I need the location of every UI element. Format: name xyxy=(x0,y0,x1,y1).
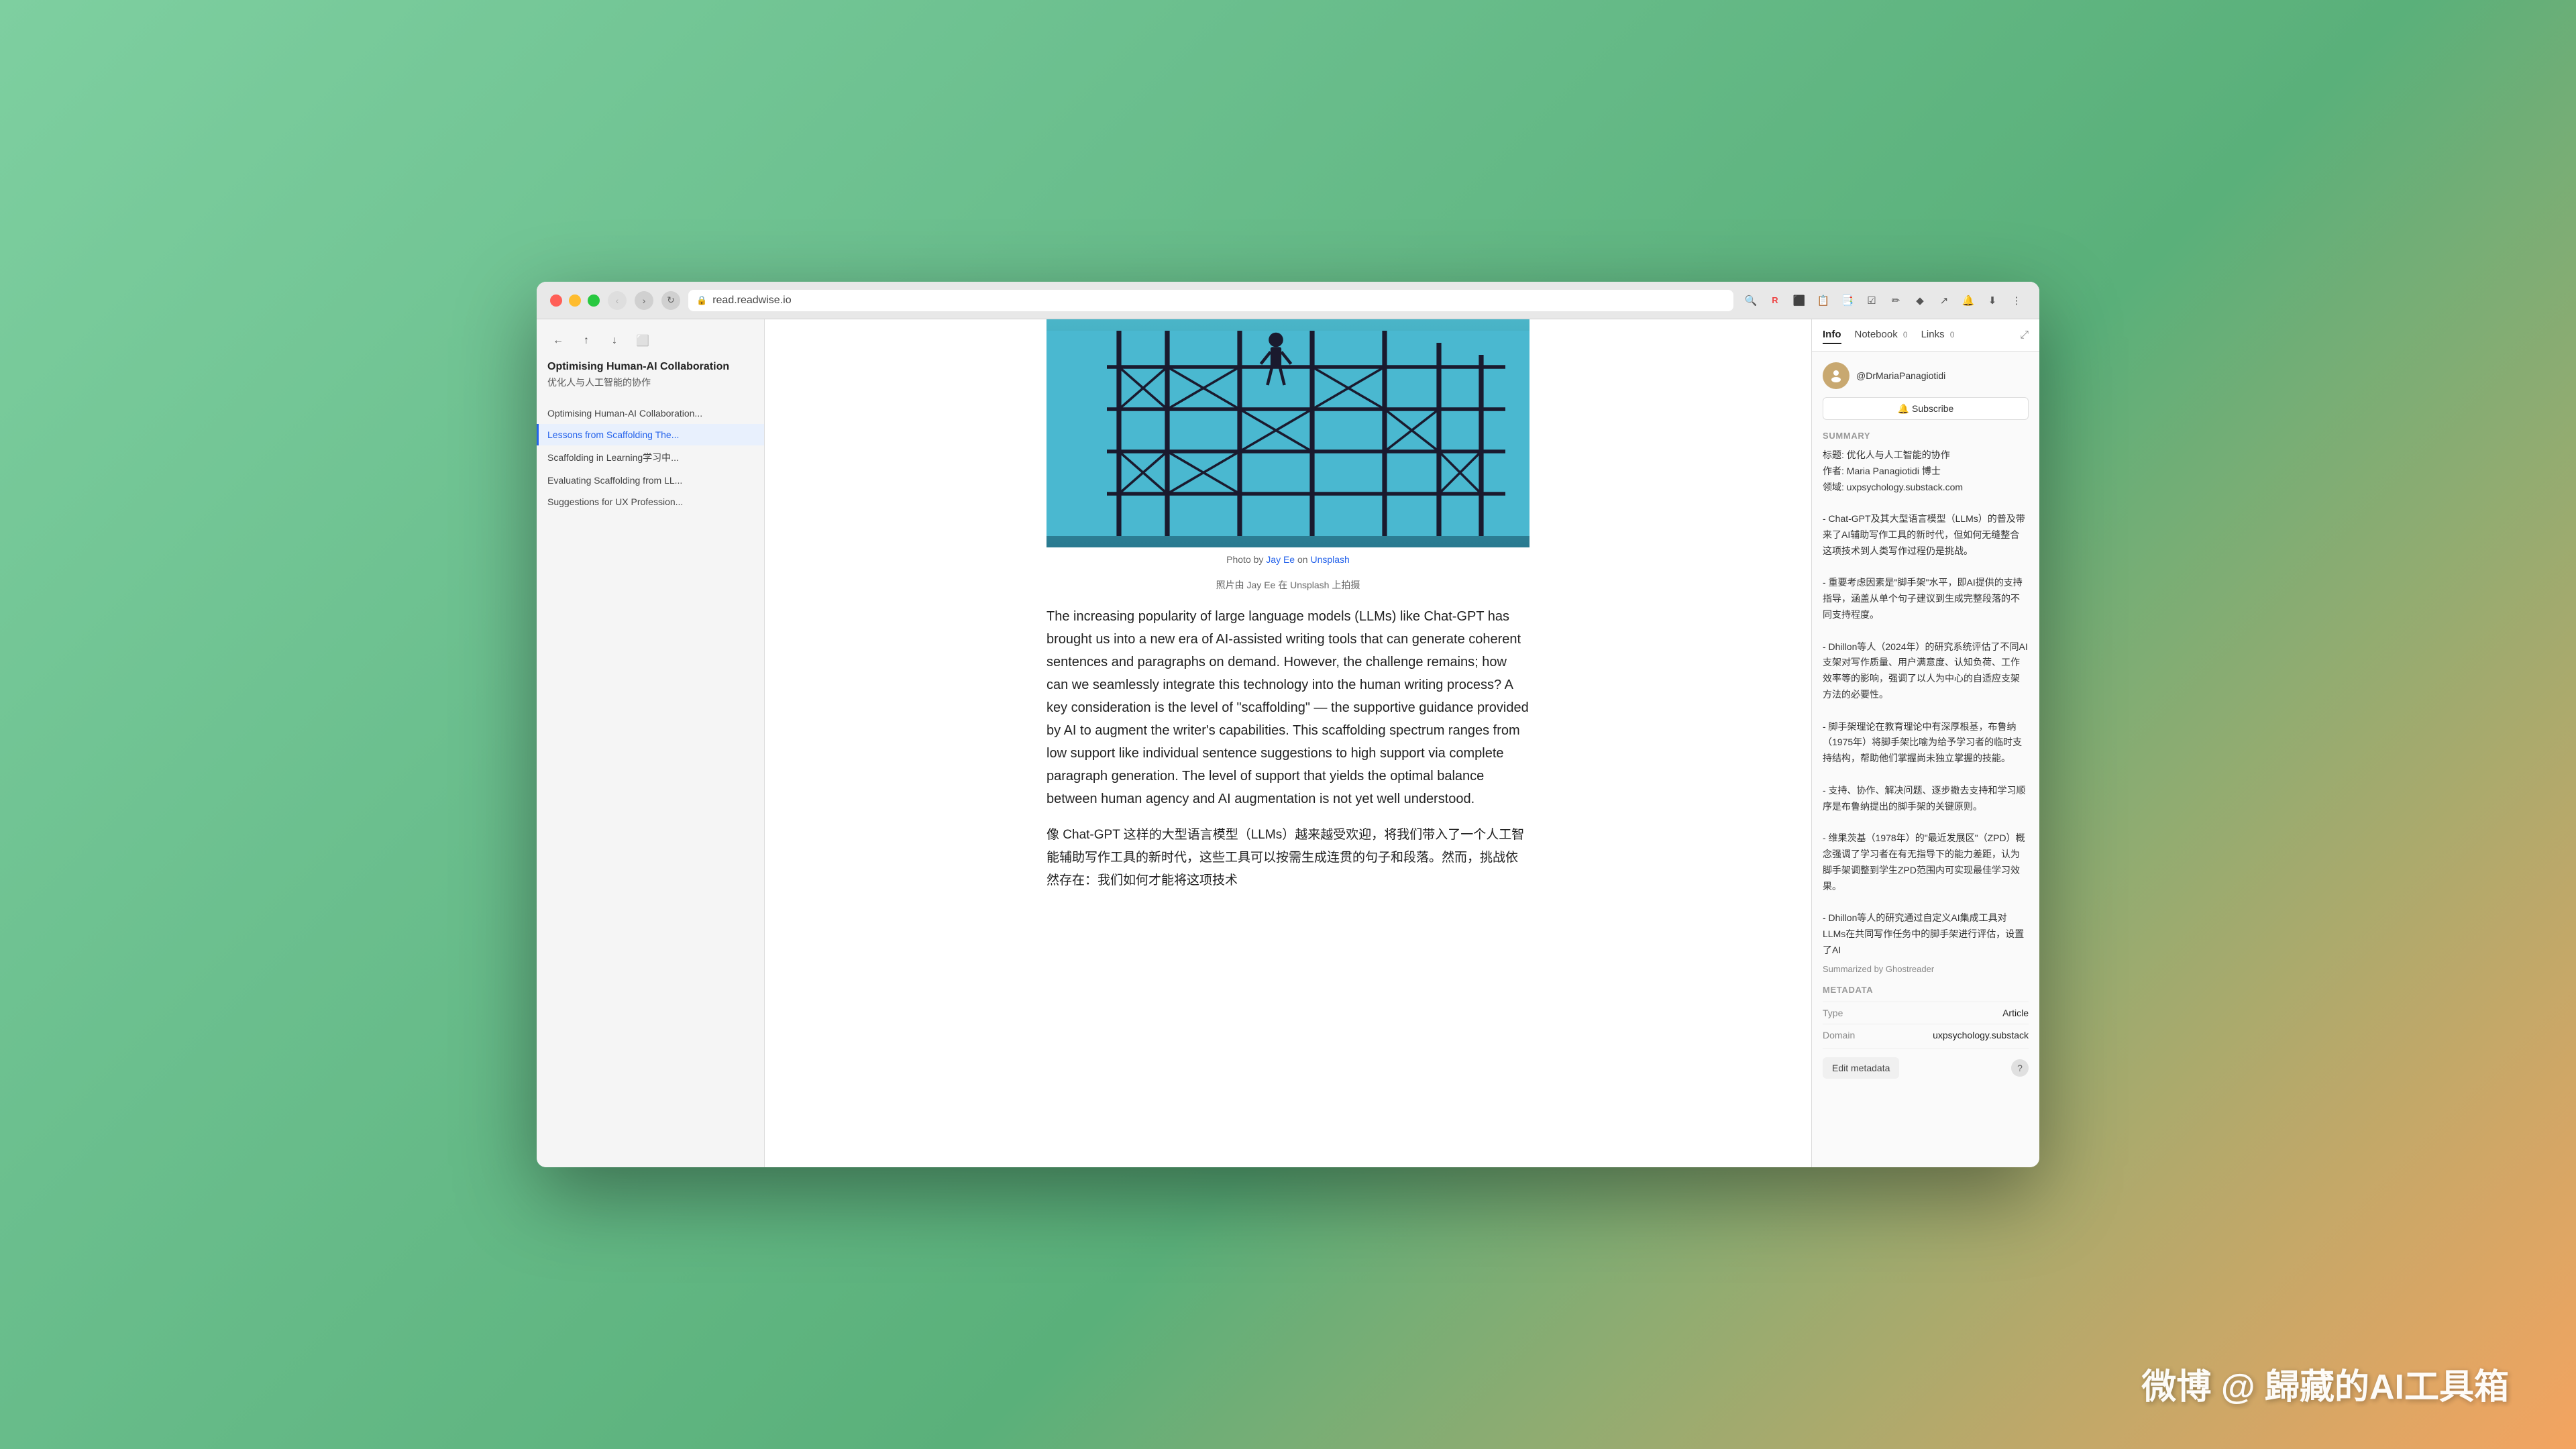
back-button[interactable]: ‹ xyxy=(608,291,627,310)
metadata-row-type: Type Article xyxy=(1823,1002,2029,1024)
notification-btn[interactable]: 🔔 xyxy=(1959,291,1978,310)
tab-notebook[interactable]: Notebook 0 xyxy=(1855,326,1908,344)
article-paragraph-english: The increasing popularity of large langu… xyxy=(1046,605,1529,810)
extension-btn4[interactable]: ☑ xyxy=(1862,291,1881,310)
right-panel-tabs: Info Notebook 0 Links 0 ⤢ xyxy=(1812,319,2039,352)
metadata-row-domain: Domain uxpsychology.substack xyxy=(1823,1024,2029,1046)
extension-btn3[interactable]: 📑 xyxy=(1838,291,1857,310)
photo-author-link[interactable]: Jay Ee xyxy=(1266,554,1295,565)
sidebar-expand-btn[interactable]: ⬜ xyxy=(632,330,653,352)
photo-platform-link[interactable]: Unsplash xyxy=(1310,554,1349,565)
reload-button[interactable]: ↻ xyxy=(661,291,680,310)
sidebar-back-btn[interactable]: ← xyxy=(547,330,569,352)
avatar-icon xyxy=(1828,368,1844,384)
lock-icon: 🔒 xyxy=(696,295,707,306)
main-content[interactable]: Photo by Jay Ee on Unsplash 照片由 Jay Ee 在… xyxy=(765,319,1811,1167)
summary-section-label: SUMMARY xyxy=(1823,431,2029,441)
title-bar: ‹ › ↻ 🔒 read.readwise.io 🔍 R ⬛ 📋 📑 ☑ ✏ ◆… xyxy=(537,282,2039,319)
summary-content: 标题: 优化人与人工智能的协作 作者: Maria Panagiotidi 博士… xyxy=(1823,447,2029,959)
edit-metadata-row: Edit metadata ? xyxy=(1823,1049,2029,1079)
photo-credit: Photo by Jay Ee on Unsplash xyxy=(1046,554,1529,565)
author-avatar xyxy=(1823,362,1849,389)
close-button[interactable] xyxy=(550,294,562,307)
summarized-by: Summarized by Ghostreader xyxy=(1823,964,2029,974)
sidebar-down-btn[interactable]: ↓ xyxy=(604,330,625,352)
readwise-btn[interactable]: R xyxy=(1766,291,1784,310)
download-btn[interactable]: ⬇ xyxy=(1983,291,2002,310)
sidebar-nav-item-0[interactable]: Optimising Human-AI Collaboration... xyxy=(537,402,764,424)
extension-btn7[interactable]: ↗ xyxy=(1935,291,1953,310)
right-panel-content[interactable]: @DrMariaPanagiotidi 🔔 Subscribe SUMMARY … xyxy=(1812,352,2039,1167)
metadata-key-domain: Domain xyxy=(1823,1030,1855,1040)
author-row: @DrMariaPanagiotidi xyxy=(1823,362,2029,389)
weibo-icon: 微博 xyxy=(2141,1368,2211,1407)
metadata-section-label: METADATA xyxy=(1823,985,2029,995)
metadata-value-domain: uxpsychology.substack xyxy=(1933,1030,2029,1040)
traffic-lights xyxy=(550,294,600,307)
article-paragraph-chinese: 像 Chat-GPT 这样的大型语言模型（LLMs）越来越受欢迎，将我们带入了一… xyxy=(1046,824,1529,893)
article-container: Photo by Jay Ee on Unsplash 照片由 Jay Ee 在… xyxy=(1020,319,1556,900)
extension-btn5[interactable]: ✏ xyxy=(1886,291,1905,310)
sidebar-up-btn[interactable]: ↑ xyxy=(576,330,597,352)
sidebar-nav-item-3[interactable]: Evaluating Scaffolding from LL... xyxy=(537,470,764,491)
tab-links[interactable]: Links 0 xyxy=(1921,326,1955,344)
extension-btn6[interactable]: ◆ xyxy=(1911,291,1929,310)
sidebar-title-sub: 优化人与人工智能的协作 xyxy=(547,376,753,389)
sidebar-nav-item-4[interactable]: Suggestions for UX Profession... xyxy=(537,491,764,513)
photo-credit-chinese: 照片由 Jay Ee 在 Unsplash 上拍摄 xyxy=(1046,578,1529,592)
right-panel: Info Notebook 0 Links 0 ⤢ @DrMariaPanagi… xyxy=(1811,319,2039,1167)
sidebar-nav-item-2[interactable]: Scaffolding in Learning学习中... xyxy=(537,445,764,470)
browser-window: ‹ › ↻ 🔒 read.readwise.io 🔍 R ⬛ 📋 📑 ☑ ✏ ◆… xyxy=(537,282,2039,1167)
settings-btn[interactable]: ⋮ xyxy=(2007,291,2026,310)
author-handle: @DrMariaPanagiotidi xyxy=(1856,370,1945,381)
metadata-key-type: Type xyxy=(1823,1008,1843,1018)
toolbar-icons: 🔍 R ⬛ 📋 📑 ☑ ✏ ◆ ↗ 🔔 ⬇ ⋮ xyxy=(1741,291,2026,310)
article-image xyxy=(1046,319,1529,547)
scaffolding-illustration xyxy=(1046,319,1529,547)
sidebar-nav: Optimising Human-AI Collaboration... Les… xyxy=(537,402,764,513)
subscribe-button[interactable]: 🔔 Subscribe xyxy=(1823,397,2029,420)
sidebar-title-main: Optimising Human-AI Collaboration xyxy=(547,360,753,374)
extension-btn2[interactable]: 📋 xyxy=(1814,291,1833,310)
address-bar[interactable]: 🔒 read.readwise.io xyxy=(688,290,1733,311)
tab-info[interactable]: Info xyxy=(1823,326,1841,344)
extension-btn1[interactable]: ⬛ xyxy=(1790,291,1809,310)
sidebar: ← ↑ ↓ ⬜ Optimising Human-AI Collaboratio… xyxy=(537,319,765,1167)
edit-metadata-button[interactable]: Edit metadata xyxy=(1823,1057,1899,1079)
sidebar-nav-item-1[interactable]: Lessons from Scaffolding The... xyxy=(537,424,764,445)
browser-body: ← ↑ ↓ ⬜ Optimising Human-AI Collaboratio… xyxy=(537,319,2039,1167)
search-icon-btn[interactable]: 🔍 xyxy=(1741,291,1760,310)
watermark: 微博 @ 歸藏的AI工具箱 xyxy=(2141,1358,2509,1409)
metadata-section: METADATA Type Article Domain uxpsycholog… xyxy=(1823,985,2029,1079)
maximize-button[interactable] xyxy=(588,294,600,307)
minimize-button[interactable] xyxy=(569,294,581,307)
metadata-value-type: Article xyxy=(2002,1008,2029,1018)
url-display: read.readwise.io xyxy=(712,294,791,307)
sidebar-top-icons: ← ↑ ↓ ⬜ xyxy=(537,330,764,360)
expand-panel-icon[interactable]: ⤢ xyxy=(2020,329,2029,341)
sidebar-title: Optimising Human-AI Collaboration 优化人与人工… xyxy=(537,360,764,394)
watermark-text: @ 歸藏的AI工具箱 xyxy=(2221,1368,2509,1407)
forward-button[interactable]: › xyxy=(635,291,653,310)
help-button[interactable]: ? xyxy=(2011,1059,2029,1077)
